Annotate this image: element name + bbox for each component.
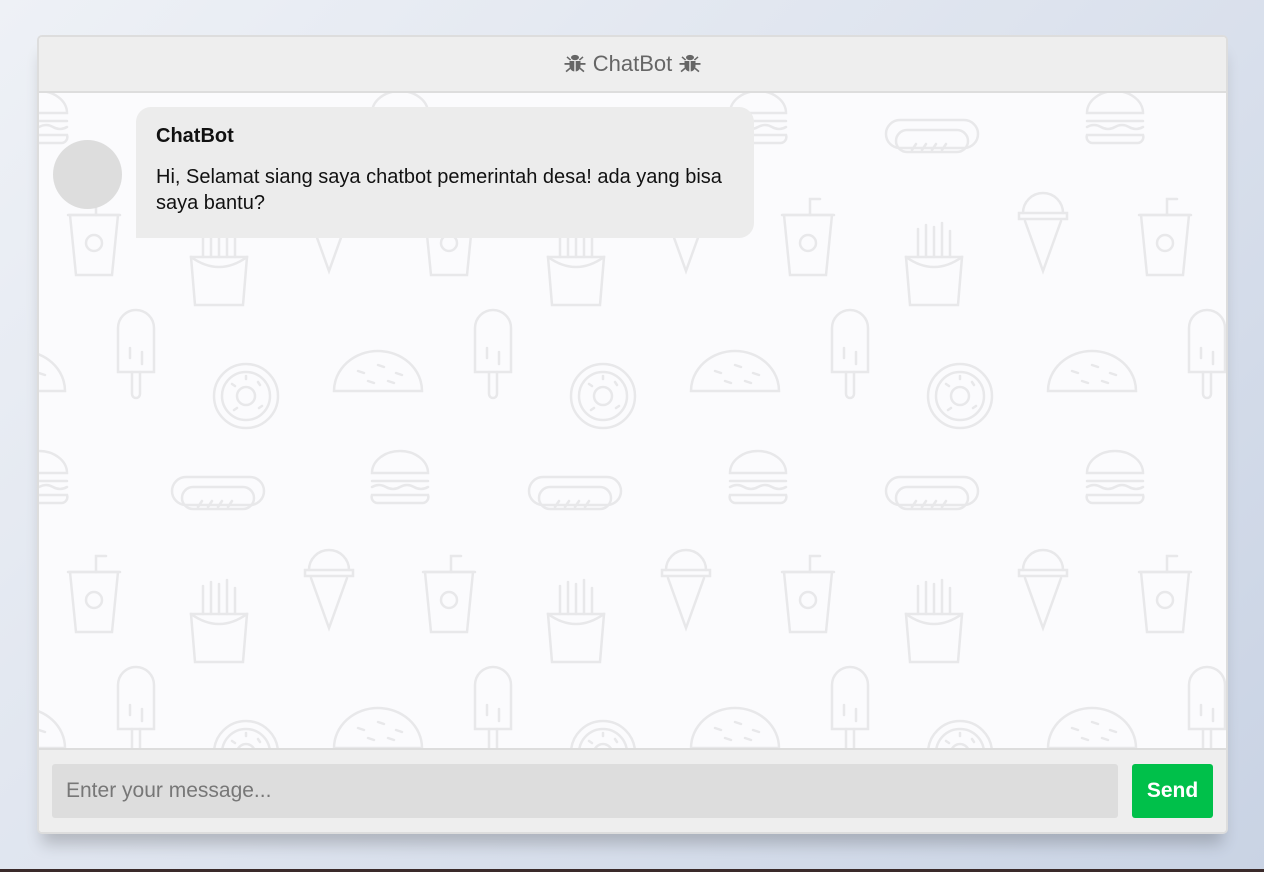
message-input[interactable] [52,764,1118,818]
bug-icon [679,54,701,73]
message-item: ChatBot Hi, Selamat siang saya chatbot p… [53,107,1212,238]
chat-window: ChatBot ChatBot Hi, Selamat siang saya c… [37,35,1228,834]
chat-title: ChatBot [592,51,673,76]
chat-messages[interactable]: ChatBot Hi, Selamat siang saya chatbot p… [39,93,1226,748]
avatar [53,140,122,209]
message-sender: ChatBot [156,125,234,147]
message-text: Hi, Selamat siang saya chatbot pemerinta… [156,166,722,214]
send-button[interactable]: Send [1132,764,1213,818]
message-input-bar: Send [39,748,1226,832]
chat-header: ChatBot [39,37,1226,93]
message-bubble: ChatBot Hi, Selamat siang saya chatbot p… [136,107,754,238]
bug-icon [564,54,586,73]
